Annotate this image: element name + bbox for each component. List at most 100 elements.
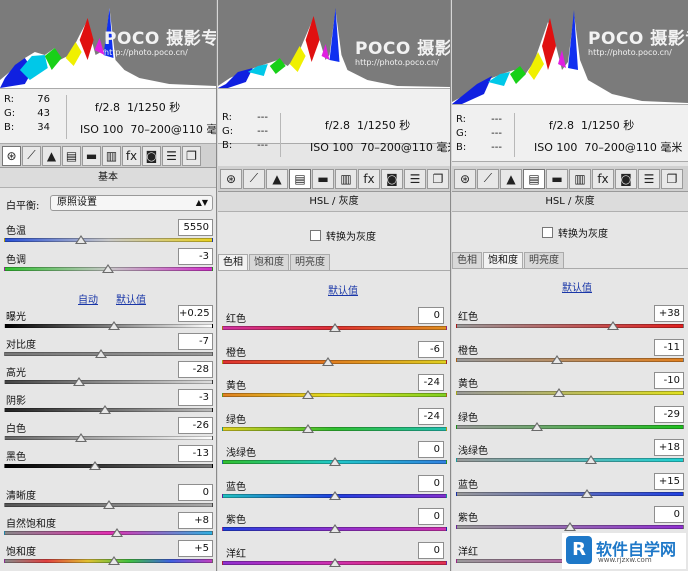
green-saturation-input[interactable]: -29	[654, 405, 684, 423]
green-hue-slider[interactable]	[222, 426, 447, 431]
snapshots-icon[interactable]: ❐	[661, 168, 683, 189]
presets-icon[interactable]: ☰	[638, 168, 660, 189]
subtab-luminance[interactable]: 明亮度	[290, 254, 330, 270]
highlights-slider[interactable]	[4, 380, 213, 384]
detail-icon[interactable]: ▲	[500, 168, 522, 189]
split-toning-icon[interactable]: ▬	[546, 168, 568, 189]
lens-icon[interactable]: ▥	[335, 168, 357, 189]
target-tool-icon[interactable]: ⊛	[454, 168, 476, 189]
purple-saturation-input[interactable]: 0	[654, 506, 684, 523]
yellow-hue-thumb[interactable]	[301, 390, 314, 399]
clarity-thumb[interactable]	[102, 500, 115, 509]
purple-hue-thumb[interactable]	[328, 524, 341, 533]
shadows-input[interactable]: -3	[178, 389, 213, 406]
lens-icon[interactable]: ▥	[569, 168, 591, 189]
temperature-slider[interactable]	[4, 238, 213, 242]
whites-slider[interactable]	[4, 436, 213, 440]
hsl-icon[interactable]: ▤	[523, 168, 545, 189]
aqua-saturation-slider[interactable]	[456, 458, 684, 462]
tint-input[interactable]: -3	[178, 248, 213, 265]
blue-hue-thumb[interactable]	[328, 490, 341, 500]
tone-curve-icon[interactable]: ⟋	[22, 145, 41, 166]
magenta-hue-input[interactable]: 0	[418, 541, 444, 559]
contrast-thumb[interactable]	[95, 349, 108, 358]
presets-icon[interactable]: ☰	[404, 168, 426, 189]
aqua-saturation-thumb[interactable]	[584, 455, 597, 464]
orange-hue-thumb[interactable]	[321, 356, 334, 366]
red-saturation-thumb[interactable]	[607, 321, 620, 330]
yellow-hue-slider[interactable]	[222, 393, 447, 397]
hsl-icon[interactable]: ▤	[289, 168, 311, 189]
purple-saturation-thumb[interactable]	[564, 522, 576, 531]
green-saturation-thumb[interactable]	[530, 421, 543, 431]
blue-saturation-thumb[interactable]	[581, 488, 594, 498]
convert-grayscale-row[interactable]: 转换为灰度	[310, 228, 376, 243]
subtab-hue[interactable]: 色相	[218, 254, 248, 270]
blacks-thumb[interactable]	[88, 461, 101, 470]
grayscale-checkbox[interactable]	[310, 230, 321, 241]
aqua-saturation-input[interactable]: +18	[654, 439, 684, 456]
green-hue-input[interactable]: -24	[418, 407, 444, 425]
orange-saturation-thumb[interactable]	[551, 354, 564, 364]
yellow-saturation-thumb[interactable]	[552, 388, 565, 397]
subtab-saturation[interactable]: 饱和度	[483, 252, 523, 268]
orange-saturation-slider[interactable]	[456, 357, 684, 362]
tone-curve-icon[interactable]: ⟋	[477, 168, 499, 189]
tint-thumb[interactable]	[102, 264, 114, 273]
white-balance-select[interactable]: 原照设置 ▲▼	[50, 195, 213, 211]
contrast-slider[interactable]	[4, 352, 213, 356]
vibrance-thumb[interactable]	[110, 528, 123, 537]
fx-icon[interactable]: fx	[358, 168, 380, 189]
default-link[interactable]: 默认值	[116, 291, 146, 306]
green-hue-thumb[interactable]	[301, 423, 314, 433]
detail-icon[interactable]: ▲	[42, 145, 61, 166]
aqua-hue-thumb[interactable]	[328, 457, 341, 466]
temperature-thumb[interactable]	[75, 235, 87, 244]
lens-icon[interactable]: ▥	[102, 145, 121, 166]
hsl-icon[interactable]: ▤	[62, 145, 81, 166]
yellow-saturation-slider[interactable]	[456, 391, 684, 395]
fx-icon[interactable]: fx	[122, 145, 141, 166]
yellow-saturation-input[interactable]: -10	[654, 372, 684, 389]
highlights-thumb[interactable]	[73, 377, 86, 386]
default-link[interactable]: 默认值	[562, 279, 592, 294]
vibrance-input[interactable]: +8	[178, 512, 213, 529]
saturation-input[interactable]: +5	[178, 540, 213, 557]
magenta-hue-thumb[interactable]	[328, 557, 341, 567]
saturation-thumb[interactable]	[107, 556, 120, 565]
temperature-input[interactable]: 5550	[178, 219, 213, 236]
tone-curve-icon[interactable]: ⟋	[243, 168, 265, 189]
red-hue-input[interactable]: 0	[418, 307, 444, 324]
orange-hue-slider[interactable]	[222, 359, 447, 364]
shadows-thumb[interactable]	[99, 405, 112, 414]
blue-hue-input[interactable]: 0	[418, 474, 444, 492]
subtab-hue[interactable]: 色相	[452, 252, 482, 268]
red-saturation-input[interactable]: +38	[654, 305, 684, 322]
exposure-input[interactable]: +0.25	[178, 305, 213, 322]
blacks-input[interactable]: -13	[178, 445, 213, 462]
camera-calibration-icon[interactable]: ◙	[615, 168, 637, 189]
snapshots-icon[interactable]: ❐	[182, 145, 201, 166]
snapshots-icon[interactable]: ❐	[427, 168, 449, 189]
exposure-thumb[interactable]	[107, 321, 120, 330]
blacks-slider[interactable]	[4, 464, 213, 468]
clarity-input[interactable]: 0	[178, 484, 213, 501]
green-saturation-slider[interactable]	[456, 424, 684, 429]
fx-icon[interactable]: fx	[592, 168, 614, 189]
subtab-saturation[interactable]: 饱和度	[249, 254, 289, 270]
purple-hue-input[interactable]: 0	[418, 508, 444, 525]
red-hue-thumb[interactable]	[328, 323, 341, 332]
yellow-hue-input[interactable]: -24	[418, 374, 444, 391]
orange-saturation-input[interactable]: -11	[654, 338, 684, 356]
red-saturation-slider[interactable]	[456, 324, 684, 328]
split-toning-icon[interactable]: ▬	[82, 145, 101, 166]
target-tool-icon[interactable]: ⊛	[2, 145, 21, 166]
camera-calibration-icon[interactable]: ◙	[381, 168, 403, 189]
detail-icon[interactable]: ▲	[266, 168, 288, 189]
presets-icon[interactable]: ☰	[162, 145, 181, 166]
target-tool-icon[interactable]: ⊛	[220, 168, 242, 189]
vibrance-slider[interactable]	[4, 531, 213, 535]
orange-hue-input[interactable]: -6	[418, 340, 444, 358]
blue-saturation-slider[interactable]	[456, 491, 684, 496]
camera-calibration-icon[interactable]: ◙	[142, 145, 161, 166]
